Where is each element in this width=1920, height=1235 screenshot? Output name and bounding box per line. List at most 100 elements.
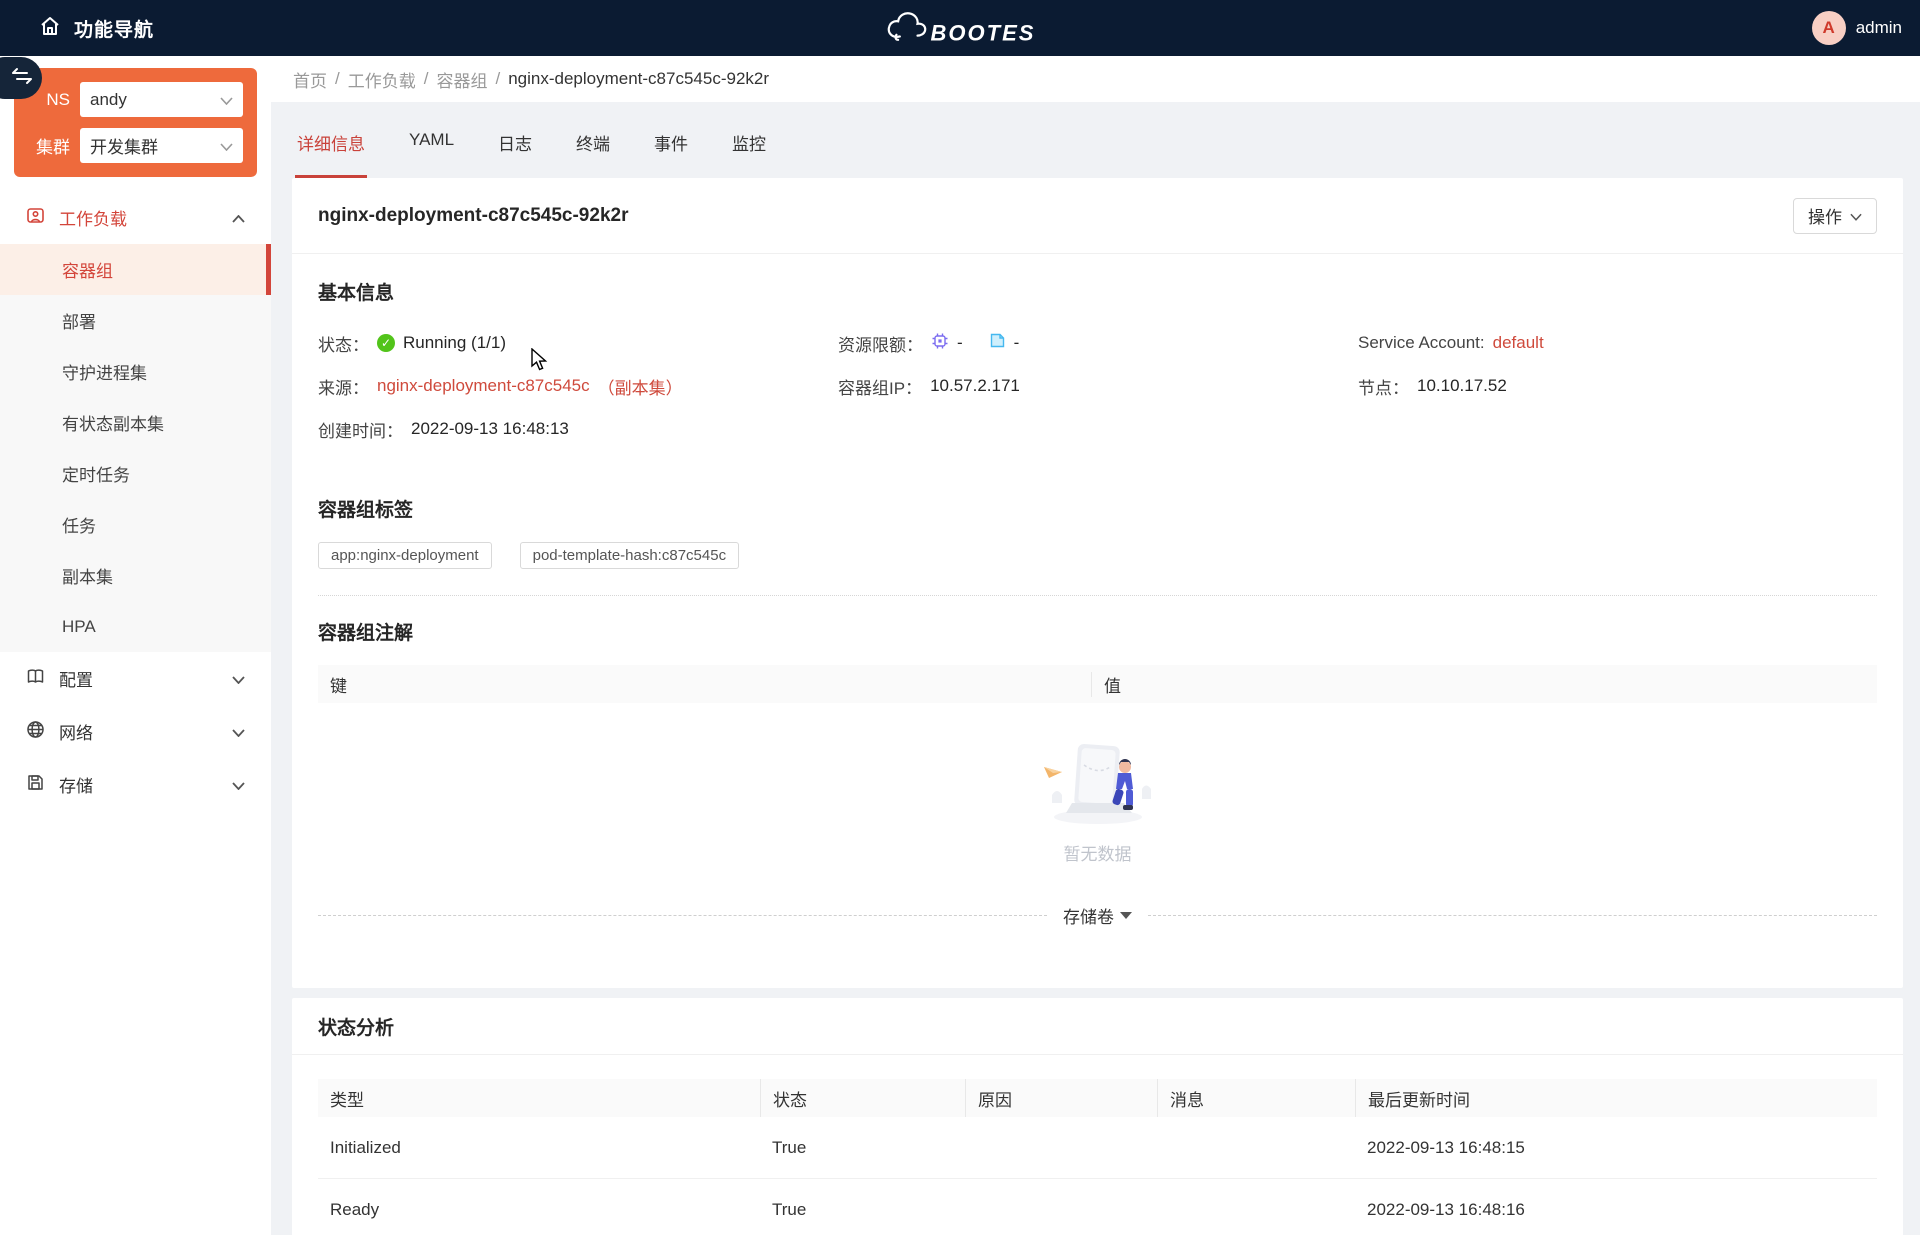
sidebar-item-storage[interactable]: 存储 [0, 758, 271, 811]
cluster-select[interactable]: 开发集群 [80, 128, 243, 163]
pod-ip-field: 容器组IP： 10.57.2.171 [838, 374, 1358, 398]
node-value: 10.10.17.52 [1417, 376, 1507, 396]
annotations-empty-state: 暂无数据 [318, 703, 1877, 899]
column-message: 消息 [1157, 1079, 1355, 1117]
memory-icon [989, 332, 1006, 354]
breadcrumb-separator: / [424, 69, 429, 89]
cpu-quota-value: - [957, 333, 963, 353]
home-icon [38, 14, 62, 43]
pod-annotations-heading: 容器组注解 [318, 618, 1877, 645]
actions-button-label: 操作 [1808, 203, 1842, 228]
source-kind-suffix: （副本集） [598, 374, 683, 399]
tab-yaml[interactable]: YAML [407, 124, 456, 178]
submenu-label: 部署 [62, 308, 96, 333]
cluster-value: 开发集群 [90, 133, 220, 158]
sidebar-item-config[interactable]: 配置 [0, 652, 271, 705]
sidebar-item-pods[interactable]: 容器组 [0, 244, 271, 295]
tab-terminal[interactable]: 终端 [574, 124, 612, 178]
avatar[interactable]: A [1812, 11, 1846, 45]
empty-illustration [1038, 737, 1158, 832]
volumes-toggle[interactable]: 存储卷 [1063, 903, 1132, 928]
column-updated: 最后更新时间 [1355, 1079, 1877, 1117]
column-status: 状态 [760, 1079, 965, 1117]
sidebar-item-cronjobs[interactable]: 定时任务 [0, 448, 271, 499]
function-nav[interactable]: 功能导航 [0, 14, 154, 43]
chevron-down-icon [232, 775, 245, 795]
node-label: 节点： [1358, 374, 1409, 399]
service-account-link[interactable]: default [1493, 333, 1544, 353]
row-updated: 2022-09-13 16:48:16 [1355, 1200, 1877, 1220]
created-label: 创建时间： [318, 417, 403, 442]
basic-info-heading: 基本信息 [318, 278, 1877, 305]
tab-logs[interactable]: 日志 [496, 124, 534, 178]
swap-arrows-icon [11, 67, 33, 90]
pod-detail-card: nginx-deployment-c87c545c-92k2r 操作 基本信息 … [292, 178, 1903, 988]
chevron-down-icon [220, 90, 233, 110]
sidebar-item-daemonsets[interactable]: 守护进程集 [0, 346, 271, 397]
sidebar-item-hpa[interactable]: HPA [0, 601, 271, 652]
breadcrumb-pods[interactable]: 容器组 [436, 67, 487, 92]
row-status: True [760, 1138, 965, 1158]
status-analysis-table: 类型 状态 原因 消息 最后更新时间 Initialized True 2022… [318, 1079, 1877, 1235]
sidebar-item-replicasets[interactable]: 副本集 [0, 550, 271, 601]
user-menu[interactable]: A admin [1812, 11, 1920, 45]
label-tag: pod-template-hash:c87c545c [520, 542, 739, 569]
detail-tabs: 详细信息 YAML 日志 终端 事件 监控 [271, 102, 1920, 178]
sidebar-item-label: 配置 [59, 666, 218, 691]
table-row: Initialized True 2022-09-13 16:48:15 [318, 1117, 1877, 1179]
source-label: 来源： [318, 374, 369, 399]
namespace-select[interactable]: andy [80, 82, 243, 117]
book-icon [26, 667, 45, 691]
chevron-up-icon [232, 208, 245, 228]
row-updated: 2022-09-13 16:48:15 [1355, 1138, 1877, 1158]
sidebar-item-label: 网络 [59, 719, 218, 744]
service-account-field: Service Account: default [1358, 331, 1877, 355]
cloud-logo-icon [885, 10, 929, 47]
sidebar-item-statefulsets[interactable]: 有状态副本集 [0, 397, 271, 448]
submenu-label: 副本集 [62, 563, 113, 588]
sidebar-collapse-toggle[interactable] [0, 57, 42, 99]
label-tag: app:nginx-deployment [318, 542, 492, 569]
main-content: 首页 / 工作负载 / 容器组 / nginx-deployment-c87c5… [271, 56, 1920, 1235]
brand-name: BOOTES [931, 21, 1036, 47]
sidebar-item-network[interactable]: 网络 [0, 705, 271, 758]
status-field: 状态： ✓ Running (1/1) [318, 331, 838, 355]
submenu-label: HPA [62, 617, 96, 637]
pod-ip-value: 10.57.2.171 [930, 376, 1020, 396]
source-link[interactable]: nginx-deployment-c87c545c [377, 376, 590, 396]
node-field: 节点： 10.10.17.52 [1358, 374, 1877, 398]
breadcrumb-workloads[interactable]: 工作负载 [348, 67, 416, 92]
pod-title: nginx-deployment-c87c545c-92k2r [318, 205, 628, 227]
row-type: Ready [318, 1200, 760, 1220]
annotations-value-column: 值 [1091, 672, 1877, 697]
tab-events[interactable]: 事件 [652, 124, 690, 178]
submenu-label: 守护进程集 [62, 359, 147, 384]
caret-down-icon [1120, 912, 1132, 919]
sidebar-item-label: 存储 [59, 772, 218, 797]
chevron-down-icon [232, 722, 245, 742]
check-circle-icon: ✓ [377, 334, 395, 352]
pod-labels-section: 容器组标签 app:nginx-deployment pod-template-… [318, 495, 1877, 569]
breadcrumb-separator: / [495, 69, 500, 89]
sidebar-item-jobs[interactable]: 任务 [0, 499, 271, 550]
topbar: 功能导航 BOOTES A admin [0, 0, 1920, 56]
actions-button[interactable]: 操作 [1793, 198, 1877, 234]
sidebar-item-deployments[interactable]: 部署 [0, 295, 271, 346]
tab-monitoring[interactable]: 监控 [730, 124, 768, 178]
tab-details[interactable]: 详细信息 [295, 124, 367, 178]
cpu-icon [931, 332, 949, 355]
pod-ip-label: 容器组IP： [838, 374, 922, 399]
annotations-table-header: 键 值 [318, 665, 1877, 703]
status-label: 状态： [318, 331, 369, 356]
annotations-key-column: 键 [318, 672, 1091, 697]
basic-info-grid: 状态： ✓ Running (1/1) 资源限额： - [318, 331, 1877, 441]
globe-icon [26, 720, 45, 744]
sidebar-item-workloads[interactable]: 工作负载 [0, 191, 271, 244]
breadcrumb-home[interactable]: 首页 [293, 67, 327, 92]
memory-quota-value: - [1014, 333, 1020, 353]
floppy-disk-icon [26, 773, 45, 797]
pod-labels-heading: 容器组标签 [318, 495, 1877, 522]
context-selector: NS andy 集群 开发集群 [14, 68, 257, 177]
workloads-submenu: 容器组 部署 守护进程集 有状态副本集 定时任务 任务 副本集 HPA [0, 244, 271, 652]
volumes-toggle-label: 存储卷 [1063, 903, 1114, 928]
